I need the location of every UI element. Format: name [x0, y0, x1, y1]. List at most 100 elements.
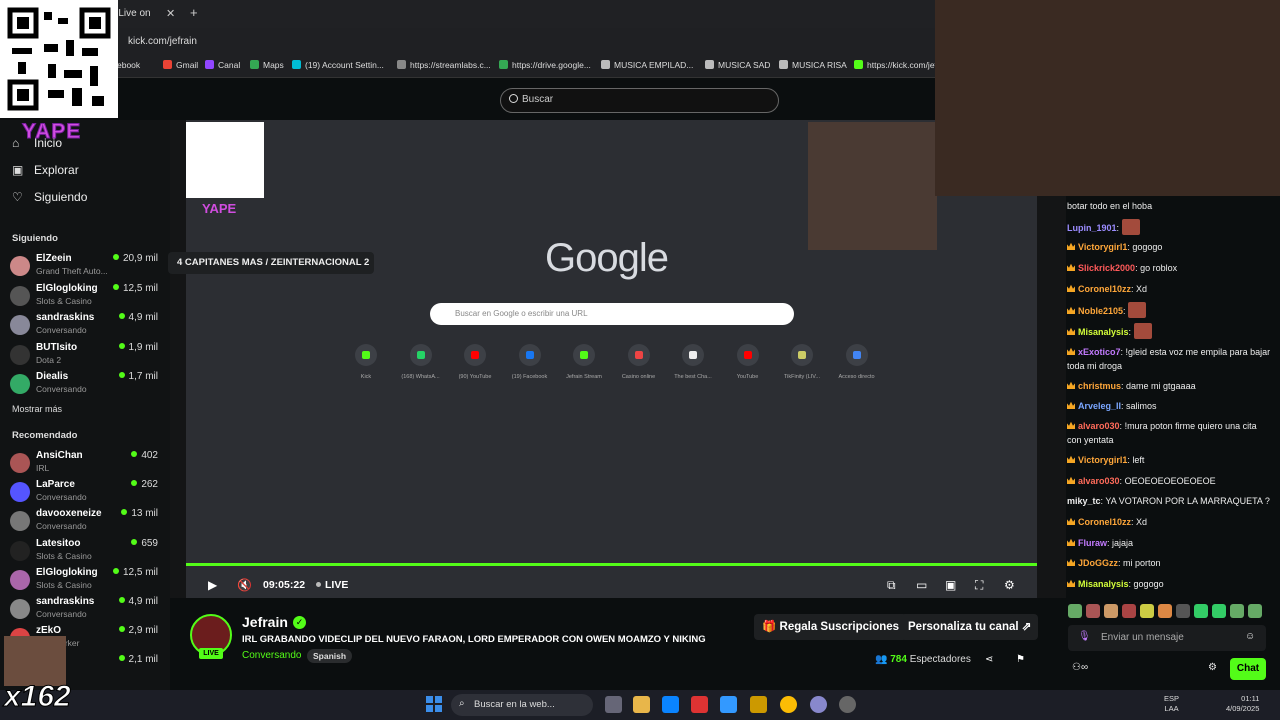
- taskbar-clock[interactable]: 01:11 4/09/2025: [1226, 694, 1259, 714]
- bookmark-item[interactable]: Canal: [205, 60, 240, 70]
- sidebar-channel[interactable]: Diealis Conversando 1,7 mil: [10, 370, 168, 398]
- emote-icon[interactable]: [1104, 604, 1118, 618]
- nav-following[interactable]: ♡ Siguiendo: [12, 190, 87, 204]
- sidebar-channel[interactable]: sandraskins Conversando 4,9 mil: [10, 595, 168, 623]
- emoji-icon[interactable]: ☺: [1245, 631, 1255, 642]
- emote-bar[interactable]: [1068, 604, 1268, 620]
- file-explorer-icon[interactable]: [633, 696, 650, 713]
- app-icon[interactable]: [750, 696, 767, 713]
- bookmark-item[interactable]: https://drive.google...: [499, 60, 591, 70]
- chat-username[interactable]: Victorygirl1: [1078, 455, 1127, 465]
- chat-username[interactable]: Misanalysis: [1078, 579, 1129, 589]
- pip-icon[interactable]: ▣: [945, 578, 956, 592]
- emote-icon[interactable]: [1248, 604, 1262, 618]
- bookmark-item[interactable]: MUSICA RISA: [779, 60, 847, 70]
- bookmark-item[interactable]: MUSICA SAD: [705, 60, 770, 70]
- chat-username[interactable]: Noble2105: [1078, 306, 1123, 316]
- chat-username[interactable]: Slickrick2000: [1078, 263, 1135, 273]
- chat-username[interactable]: JDoGGzz: [1078, 558, 1118, 568]
- stream-category[interactable]: Conversando: [242, 650, 301, 661]
- streamer-name[interactable]: Jefrain: [242, 614, 288, 630]
- mic-icon[interactable]: 🎙: [1078, 631, 1091, 642]
- chat-users-icon[interactable]: ⚇∞: [1072, 662, 1088, 673]
- snipping-icon[interactable]: [691, 696, 708, 713]
- emote-icon[interactable]: [1212, 604, 1226, 618]
- sidebar-channel[interactable]: ElGlogloking Slots & Casino 12,5 mil: [10, 282, 168, 310]
- windows-start-icon[interactable]: [426, 696, 442, 712]
- task-view-icon[interactable]: [605, 696, 622, 713]
- bookmark-item[interactable]: https://kick.com/jef: [854, 60, 937, 70]
- gift-subs-button[interactable]: 🎁 Regala Suscripciones: [754, 614, 908, 640]
- emote-icon[interactable]: [1086, 604, 1100, 618]
- mute-icon[interactable]: 🔇: [237, 578, 252, 592]
- emote-icon[interactable]: [1122, 604, 1136, 618]
- show-more-link[interactable]: Mostrar más: [12, 404, 62, 414]
- emote-icon[interactable]: [1176, 604, 1190, 618]
- crown-badge-icon: [1067, 579, 1075, 587]
- language-indicator[interactable]: ESP LAA: [1164, 694, 1179, 714]
- bookmark-item[interactable]: MUSICA EMPILAD...: [601, 60, 693, 70]
- chat-settings-icon[interactable]: ⚙: [1208, 662, 1217, 673]
- bookmark-item[interactable]: Maps: [250, 60, 284, 70]
- emote-icon[interactable]: [1140, 604, 1154, 618]
- chat-username[interactable]: christmus: [1078, 381, 1121, 391]
- sidebar-channel[interactable]: AnsiChan IRL 402: [10, 449, 168, 477]
- obs-icon[interactable]: [839, 696, 856, 713]
- url-field[interactable]: kick.com/jefrain: [128, 36, 197, 47]
- clip-icon[interactable]: ⧉: [887, 578, 896, 593]
- chat-username[interactable]: Coronel10zz: [1078, 284, 1131, 294]
- sidebar-channel[interactable]: ElGlogloking Slots & Casino 12,5 mil: [10, 566, 168, 594]
- sidebar-channel[interactable]: Latesitoo Slots & Casino 659: [10, 537, 168, 565]
- customize-channel-button[interactable]: Personaliza tu canal ⇗: [901, 614, 1039, 640]
- bookmark-item[interactable]: https://streamlabs.c...: [397, 60, 491, 70]
- chat-username[interactable]: miky_tc: [1067, 496, 1101, 506]
- chat-username[interactable]: Victorygirl1: [1078, 242, 1127, 252]
- channel-name: LaParce: [36, 479, 75, 491]
- chat-username[interactable]: alvaro030: [1078, 421, 1120, 431]
- sidebar-channel[interactable]: sandraskins Conversando 4,9 mil: [10, 311, 168, 339]
- chat-username[interactable]: Lupin_1901: [1067, 223, 1117, 233]
- emote-icon[interactable]: [1158, 604, 1172, 618]
- stream-time: 09:05:22: [263, 579, 306, 591]
- chat-text: go roblox: [1140, 263, 1178, 273]
- theater-icon[interactable]: ▭: [916, 578, 927, 592]
- tab-close-icon[interactable]: ✕: [166, 7, 175, 20]
- share-icon[interactable]: ⋖: [985, 654, 993, 665]
- sidebar-channel[interactable]: ElZeein Grand Theft Auto... 20,9 mil: [10, 252, 168, 280]
- language-tag[interactable]: Spanish: [307, 649, 353, 663]
- report-icon[interactable]: ⚑: [1016, 654, 1025, 665]
- chat-username[interactable]: Arveleg_II: [1078, 401, 1121, 411]
- crown-badge-icon: [1067, 347, 1075, 355]
- chat-username[interactable]: Coronel10zz: [1078, 517, 1131, 527]
- chat-username[interactable]: alvaro030: [1078, 476, 1120, 486]
- small-webcam-overlay: [4, 636, 66, 686]
- chat-username[interactable]: xExotico7: [1078, 347, 1121, 357]
- sidebar-channel[interactable]: BUTIsito Dota 2 1,9 mil: [10, 341, 168, 369]
- chat-send-button[interactable]: Chat: [1230, 658, 1266, 680]
- crown-badge-icon: [1067, 401, 1075, 409]
- channel-name: BUTIsito: [36, 341, 78, 353]
- bookmark-item[interactable]: Gmail: [163, 60, 198, 70]
- new-tab-button[interactable]: +: [190, 5, 198, 20]
- chat-text: left: [1132, 455, 1145, 465]
- nav-explore[interactable]: ▣ Explorar: [12, 163, 79, 177]
- sidebar-channel[interactable]: davooxeneize Conversando 13 mil: [10, 507, 168, 535]
- chat-username[interactable]: Fluraw: [1078, 538, 1107, 548]
- fullscreen-icon[interactable]: ⛶: [975, 578, 983, 593]
- bookmark-item[interactable]: (19) Account Settin...: [292, 60, 384, 70]
- settings-icon[interactable]: ⚙: [1004, 578, 1015, 592]
- chrome-profile-icon[interactable]: [810, 696, 827, 713]
- copilot-icon[interactable]: [720, 696, 737, 713]
- emote-icon[interactable]: [1230, 604, 1244, 618]
- edge-icon[interactable]: [662, 696, 679, 713]
- chat-username[interactable]: Misanalysis: [1078, 327, 1129, 337]
- chrome-icon[interactable]: [780, 696, 797, 713]
- emote-icon[interactable]: [1068, 604, 1082, 618]
- play-icon[interactable]: ▶: [208, 578, 217, 592]
- progress-bar[interactable]: [186, 563, 1037, 566]
- bookmark-icon: [292, 60, 301, 69]
- channel-category: Conversando: [36, 521, 87, 532]
- emote-icon[interactable]: [1194, 604, 1208, 618]
- bookmark-icon: [250, 60, 259, 69]
- sidebar-channel[interactable]: LaParce Conversando 262: [10, 478, 168, 506]
